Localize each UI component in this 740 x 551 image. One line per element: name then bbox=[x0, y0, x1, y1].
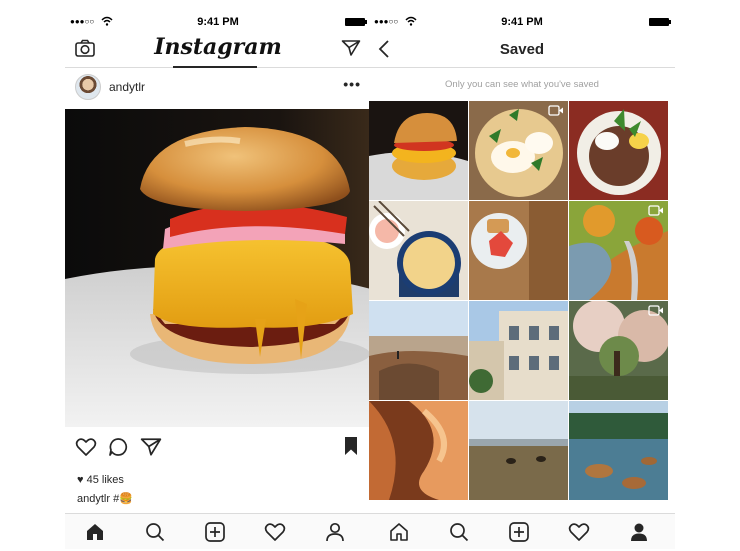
search-icon[interactable] bbox=[144, 521, 166, 543]
bookmark-saved-icon[interactable] bbox=[343, 436, 359, 456]
profile-icon[interactable] bbox=[324, 521, 346, 543]
page-title: Saved bbox=[499, 41, 545, 58]
direct-message-icon[interactable] bbox=[341, 38, 361, 58]
post-photo-burger[interactable] bbox=[65, 109, 371, 427]
small-heart-icon: ♥ bbox=[77, 474, 84, 486]
home-outline-icon[interactable] bbox=[388, 521, 410, 543]
saved-item-blossom-tree[interactable] bbox=[569, 301, 668, 400]
saved-item-burger[interactable] bbox=[369, 101, 468, 200]
video-camera-icon bbox=[648, 305, 663, 316]
instagram-logo: Instagram bbox=[154, 34, 282, 60]
saved-screen: ●●●○○ 9:41 PM Saved Only you can see wha… bbox=[369, 12, 675, 549]
saved-item-antelope-canyon[interactable] bbox=[369, 401, 468, 500]
more-options-icon[interactable]: ••• bbox=[343, 76, 361, 92]
saved-item-dumplings-soup[interactable] bbox=[369, 201, 468, 300]
saved-item-grazing-field[interactable] bbox=[469, 401, 568, 500]
activity-heart-icon[interactable] bbox=[264, 521, 286, 543]
avatar[interactable] bbox=[75, 74, 101, 100]
feed-header: Instagram bbox=[65, 32, 371, 68]
home-icon[interactable] bbox=[84, 521, 106, 543]
comment-icon[interactable] bbox=[107, 436, 129, 458]
new-post-icon[interactable] bbox=[204, 521, 226, 543]
post-header: andytlr ••• bbox=[65, 70, 371, 108]
privacy-note: Only you can see what you've saved bbox=[445, 79, 599, 90]
like-heart-icon[interactable] bbox=[75, 436, 97, 458]
feed-screen: ●●●○○ 9:41 PM Instagram andytlr ••• ♥ 45… bbox=[65, 12, 371, 549]
video-camera-icon bbox=[548, 105, 563, 116]
post-username[interactable]: andytlr bbox=[109, 80, 145, 94]
saved-header: Saved bbox=[369, 32, 675, 68]
post-actions bbox=[65, 432, 371, 464]
status-time: 9:41 PM bbox=[197, 16, 239, 28]
caption-username[interactable]: andytlr bbox=[77, 493, 110, 505]
status-time: 9:41 PM bbox=[501, 16, 543, 28]
new-post-icon[interactable] bbox=[508, 521, 530, 543]
caption-text: #🍔 bbox=[113, 493, 133, 505]
status-bar: ●●●○○ 9:41 PM bbox=[65, 12, 371, 32]
video-camera-icon bbox=[648, 205, 663, 216]
bottom-tab-bar bbox=[65, 513, 371, 549]
battery-icon bbox=[345, 18, 367, 26]
bottom-tab-bar bbox=[369, 513, 675, 549]
logo-underline bbox=[173, 66, 257, 68]
post-caption: andytlr #🍔 bbox=[77, 492, 133, 505]
share-icon[interactable] bbox=[140, 436, 162, 458]
saved-item-salad-bowl[interactable] bbox=[569, 101, 668, 200]
saved-item-autumn-river[interactable] bbox=[569, 201, 668, 300]
likes-count[interactable]: ♥ 45 likes bbox=[77, 474, 124, 486]
saved-item-eggs-benedict[interactable] bbox=[469, 101, 568, 200]
saved-item-canyon-cliff[interactable] bbox=[369, 301, 468, 400]
status-bar: ●●●○○ 9:41 PM bbox=[369, 12, 675, 32]
battery-icon bbox=[649, 18, 671, 26]
profile-filled-icon[interactable] bbox=[628, 521, 650, 543]
saved-item-lake-rocks[interactable] bbox=[569, 401, 668, 500]
search-icon[interactable] bbox=[448, 521, 470, 543]
activity-heart-icon[interactable] bbox=[568, 521, 590, 543]
saved-item-strawberry-toast[interactable] bbox=[469, 201, 568, 300]
saved-item-victorian-houses[interactable] bbox=[469, 301, 568, 400]
